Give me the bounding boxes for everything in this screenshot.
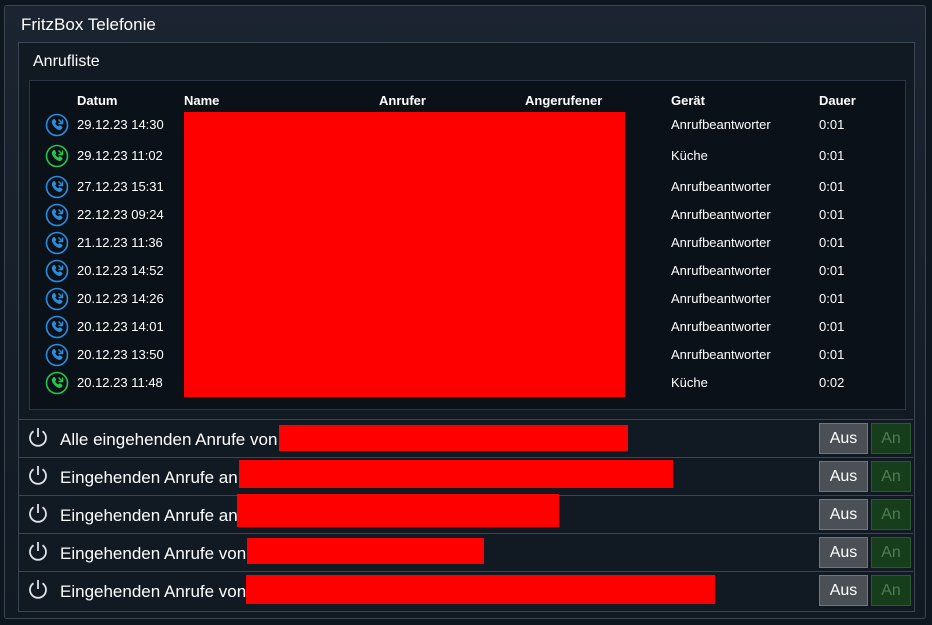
call-device: Anrufbeantworter <box>671 319 771 334</box>
incoming-call-icon <box>45 144 69 168</box>
call-duration: 0:01 <box>819 263 845 278</box>
call-device: Küche <box>671 148 708 163</box>
header-device: Gerät <box>671 93 705 108</box>
voicemail-call-icon <box>45 287 69 311</box>
call-device: Anrufbeantworter <box>671 347 771 362</box>
call-device: Anrufbeantworter <box>671 291 771 306</box>
call-date: 21.12.23 11:36 <box>77 235 163 250</box>
on-button[interactable]: An <box>871 499 911 530</box>
call-duration: 0:01 <box>819 207 845 222</box>
call-forward-rule: Eingehenden Anrufe an Aus An <box>18 457 913 494</box>
voicemail-call-icon <box>45 259 69 283</box>
call-forward-rule: Alle eingehenden Anrufe von Aus An <box>18 419 913 456</box>
call-date: 22.12.23 09:24 <box>77 207 164 222</box>
call-forward-rule: Eingehenden Anrufe an Aus An <box>18 494 913 532</box>
redacted-number <box>246 575 715 604</box>
power-icon <box>29 542 47 561</box>
voicemail-call-icon <box>45 175 69 199</box>
call-duration: 0:01 <box>819 347 845 362</box>
call-duration: 0:02 <box>819 375 845 390</box>
redacted-number <box>237 494 559 527</box>
rule-label: Eingehenden Anrufe an <box>60 468 238 487</box>
off-button[interactable]: Aus <box>819 575 868 606</box>
call-duration: 0:01 <box>819 117 845 132</box>
call-duration: 0:01 <box>819 319 845 334</box>
call-date: 20.12.23 14:01 <box>77 319 164 334</box>
rule-label: Eingehenden Anrufe von <box>60 544 247 563</box>
call-device: Anrufbeantworter <box>671 179 771 194</box>
rule-label: Eingehenden Anrufe von <box>60 582 247 601</box>
on-button[interactable]: An <box>871 423 911 454</box>
redacted-number <box>239 460 673 488</box>
call-duration: 0:01 <box>819 179 845 194</box>
power-icon <box>29 466 47 485</box>
voicemail-call-icon <box>45 315 69 339</box>
header-duration: Dauer <box>819 93 856 108</box>
call-device: Küche <box>671 375 708 390</box>
call-date: 20.12.23 13:50 <box>77 347 164 362</box>
header-name: Name <box>184 93 220 108</box>
voicemail-call-icon <box>45 231 69 255</box>
voicemail-call-icon <box>45 203 69 227</box>
on-button[interactable]: An <box>871 461 911 492</box>
redacted-call-details <box>184 112 625 397</box>
call-device: Anrufbeantworter <box>671 235 771 250</box>
call-forward-rule: Eingehenden Anrufe von Aus An <box>18 533 913 570</box>
power-icon <box>29 504 47 523</box>
call-duration: 0:01 <box>819 291 845 306</box>
off-button[interactable]: Aus <box>819 537 868 568</box>
power-icon <box>29 428 47 447</box>
call-date: 27.12.23 15:31 <box>77 179 164 194</box>
header-callee: Angerufener <box>525 93 603 108</box>
call-date: 20.12.23 14:52 <box>77 263 164 278</box>
call-date: 29.12.23 14:30 <box>77 117 164 132</box>
rule-label: Alle eingehenden Anrufe von <box>60 430 278 449</box>
call-duration: 0:01 <box>819 148 845 163</box>
header-caller: Anrufer <box>379 93 426 108</box>
header-date: Datum <box>77 93 118 108</box>
call-list-title: Anrufliste <box>33 53 100 70</box>
off-button[interactable]: Aus <box>819 423 868 454</box>
rule-label: Eingehenden Anrufe an <box>60 506 238 525</box>
call-duration: 0:01 <box>819 235 845 250</box>
on-button[interactable]: An <box>871 575 911 606</box>
on-button[interactable]: An <box>871 537 911 568</box>
incoming-call-icon <box>45 371 69 395</box>
off-button[interactable]: Aus <box>819 499 868 530</box>
call-device: Anrufbeantworter <box>671 117 771 132</box>
call-device: Anrufbeantworter <box>671 263 771 278</box>
call-date: 20.12.23 14:26 <box>77 291 164 306</box>
voicemail-call-icon <box>45 113 69 137</box>
call-forward-rule: Eingehenden Anrufe von Aus An <box>18 571 913 608</box>
call-date: 29.12.23 11:02 <box>77 148 163 163</box>
telefonie-card: FritzBox Telefonie Anrufliste Datum Name… <box>4 5 926 619</box>
voicemail-call-icon <box>45 343 69 367</box>
card-title: FritzBox Telefonie <box>21 15 156 34</box>
power-icon <box>29 580 47 599</box>
redacted-number <box>279 425 628 451</box>
call-list-table: Datum Name Anrufer Angerufener Gerät Dau… <box>29 80 906 410</box>
off-button[interactable]: Aus <box>819 461 868 492</box>
call-device: Anrufbeantworter <box>671 207 771 222</box>
call-date: 20.12.23 11:48 <box>77 375 163 390</box>
redacted-number <box>247 538 484 564</box>
